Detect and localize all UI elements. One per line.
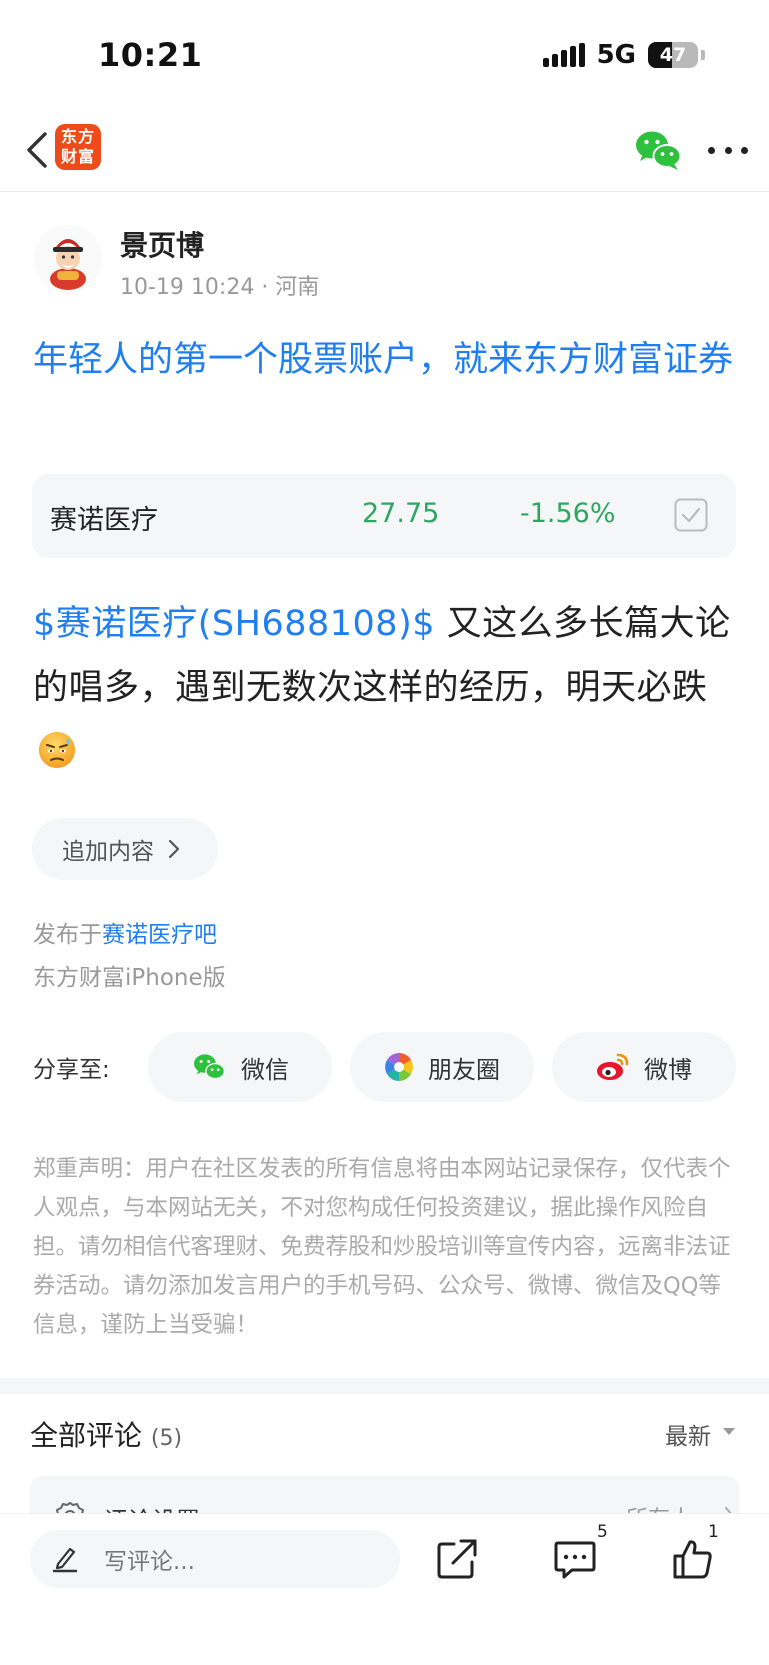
pencil-icon <box>52 1547 78 1573</box>
chevron-left-icon <box>27 132 47 168</box>
section-divider <box>0 1378 769 1394</box>
logo-text-top: 东方 <box>60 127 95 146</box>
wechat-icon <box>194 1054 226 1080</box>
published-prefix: 发布于 <box>33 922 102 948</box>
caret-down-icon[interactable] <box>722 1427 736 1436</box>
thumbs-up-icon[interactable] <box>670 1536 716 1582</box>
back-button[interactable] <box>14 124 60 176</box>
post-meta: 10-19 10:24 · 河南 <box>120 275 320 300</box>
battery-percent: 47 <box>659 44 687 66</box>
client-info: 东方财富iPhone版 <box>33 965 226 991</box>
share-label: 分享至: <box>33 1057 110 1083</box>
published-in: 发布于赛诺医疗吧 <box>33 915 217 949</box>
comment-icon[interactable] <box>552 1536 598 1582</box>
comment-input[interactable]: 写评论... <box>30 1530 400 1588</box>
battery-cap <box>701 50 705 60</box>
chevron-right-icon <box>168 839 180 859</box>
comments-title: 全部评论 (5) <box>30 1414 182 1454</box>
author-name[interactable]: 景页博 <box>120 224 204 264</box>
stock-change: -1.56% <box>520 498 616 529</box>
logo-text-bottom: 财富 <box>60 147 95 166</box>
share-moments-label: 朋友圈 <box>428 1055 500 1084</box>
disclaimer-text: 郑重声明：用户在社区发表的所有信息将由本网站记录保存，仅代表个人观点，与本网站无… <box>33 1156 731 1338</box>
app-logo[interactable]: 东方 财富 <box>55 124 101 170</box>
moments-icon <box>385 1053 413 1081</box>
sweating-face-emoji-icon <box>39 732 75 768</box>
comment-count-badge: 5 <box>597 1522 608 1542</box>
weibo-icon <box>597 1053 629 1080</box>
status-indicators: 5G 47 <box>542 40 705 70</box>
comment-input-placeholder: 写评论... <box>104 1549 195 1575</box>
share-weibo-label: 微博 <box>644 1055 692 1084</box>
bottom-action-bar: 写评论... 5 1 <box>0 1513 769 1665</box>
nav-bar: 东方 财富 <box>0 110 769 192</box>
comments-title-label: 全部评论 <box>30 1419 143 1452</box>
battery-icon: 47 <box>648 42 698 68</box>
like-count-badge: 1 <box>708 1522 719 1542</box>
sort-selector[interactable]: 最新 <box>665 1417 711 1451</box>
share-moments-button[interactable]: 朋友圈 <box>350 1032 534 1102</box>
stock-card[interactable]: 赛诺医疗 27.75 -1.56% <box>32 474 736 558</box>
share-wechat-label: 微信 <box>241 1055 289 1084</box>
stock-tag-link[interactable]: $赛诺医疗(SH688108)$ <box>33 604 435 644</box>
share-icon[interactable] <box>434 1536 480 1582</box>
stock-price: 27.75 <box>362 498 440 529</box>
share-wechat-button[interactable]: 微信 <box>148 1032 332 1102</box>
avatar[interactable] <box>34 225 102 293</box>
status-time: 10:21 <box>98 36 203 74</box>
append-content-label: 追加内容 <box>62 839 154 865</box>
append-content-button[interactable]: 追加内容 <box>32 818 218 880</box>
share-weibo-button[interactable]: 微博 <box>552 1032 736 1102</box>
checkbox-icon <box>674 498 708 532</box>
add-watchlist-checkbox[interactable] <box>674 498 708 532</box>
wechat-share-icon[interactable] <box>634 128 682 172</box>
comments-count: (5) <box>150 1426 183 1451</box>
post-body: $赛诺医疗(SH688108)$ 又这么多长篇大论的唱多，遇到无数次这样的经历，… <box>33 592 743 784</box>
more-options-icon[interactable] <box>708 128 748 172</box>
stock-bar-link[interactable]: 赛诺医疗吧 <box>102 922 217 948</box>
network-label: 5G <box>596 40 636 70</box>
post-title[interactable]: 年轻人的第一个股票账户，就来东方财富证券 <box>33 333 743 387</box>
status-bar: 10:21 5G 47 <box>0 0 769 110</box>
stock-name: 赛诺医疗 <box>50 505 158 536</box>
signal-icon <box>542 43 585 67</box>
